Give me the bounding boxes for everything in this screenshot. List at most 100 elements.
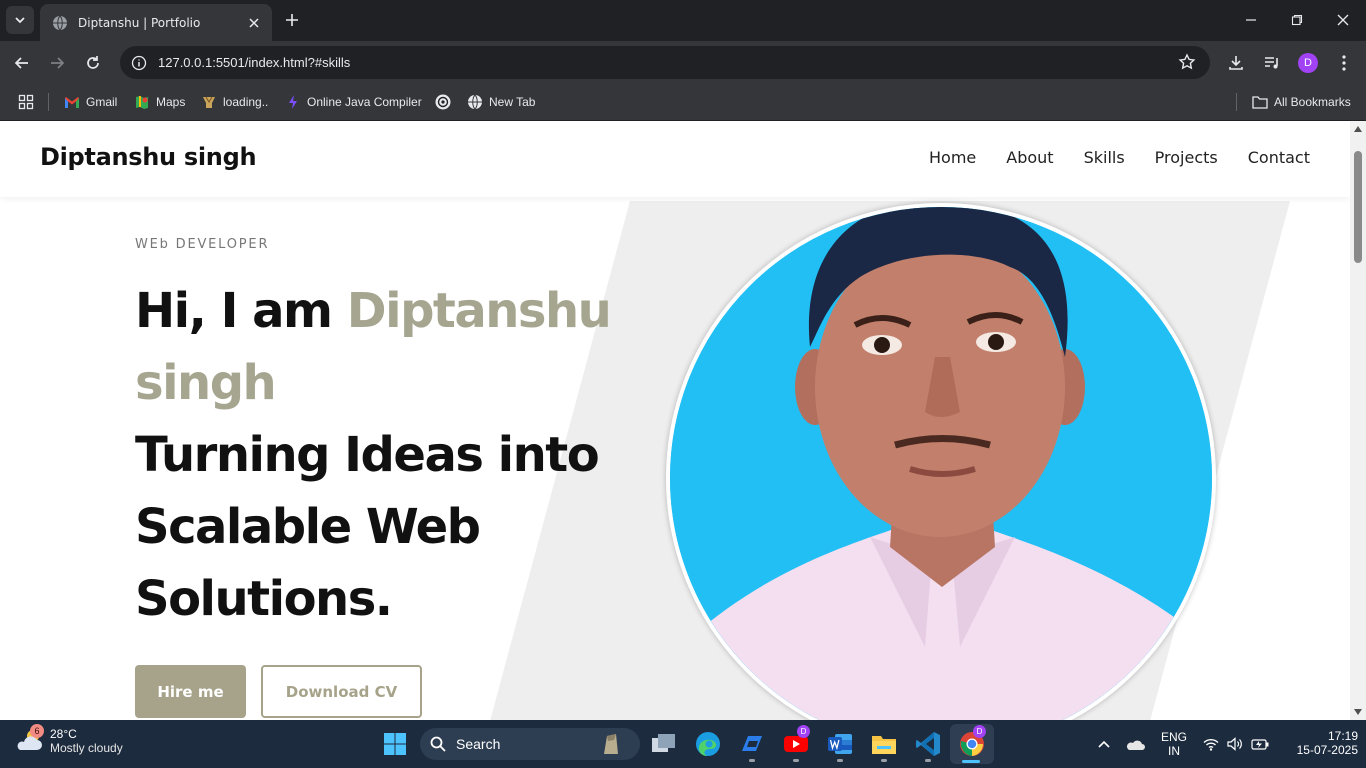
running-indicator [749, 759, 755, 762]
close-window-button[interactable] [1320, 0, 1366, 40]
reload-button[interactable] [78, 48, 108, 78]
nav-home[interactable]: Home [929, 148, 976, 167]
all-bookmarks-button[interactable]: All Bookmarks [1252, 92, 1351, 112]
bookmark-openai[interactable] [435, 92, 457, 112]
downloads-button[interactable] [1222, 49, 1250, 77]
edge-icon [696, 732, 720, 756]
bookmark-label: Gmail [86, 95, 118, 109]
network-button[interactable] [1200, 728, 1222, 760]
taskbar-search[interactable]: Search [420, 728, 640, 760]
apps-grid-icon [18, 94, 34, 110]
browser-tab-active[interactable]: Diptanshu | Portfolio [40, 4, 272, 41]
url-text: 127.0.0.1:5501/index.html?#skills [158, 55, 351, 70]
close-icon [1337, 14, 1349, 26]
tab-strip: Diptanshu | Portfolio [0, 0, 1366, 41]
start-button[interactable] [379, 728, 411, 760]
folder-icon [872, 736, 896, 754]
new-tab-button[interactable] [280, 8, 304, 32]
weather-description: Mostly cloudy [50, 741, 123, 755]
show-hidden-icons-button[interactable] [1092, 728, 1116, 760]
profile-badge: D [797, 725, 810, 738]
bookmark-maps[interactable]: Maps [134, 92, 185, 112]
headline-prefix: Hi, I am [135, 283, 347, 339]
input-language[interactable]: ENG IN [1156, 730, 1192, 758]
tab-search-button[interactable] [6, 6, 34, 34]
bookmark-new-tab[interactable]: New Tab [467, 92, 535, 112]
minimize-icon [1246, 19, 1256, 21]
bookmark-loading[interactable]: loading.. [201, 92, 268, 112]
nav-about[interactable]: About [1006, 148, 1053, 167]
nav-projects[interactable]: Projects [1155, 148, 1218, 167]
taskbar-word[interactable] [824, 728, 856, 760]
media-control-button[interactable] [1258, 49, 1286, 77]
cloud-sun-icon: 6 [14, 724, 44, 756]
running-indicator [881, 759, 887, 762]
page-viewport: Diptanshu singh Home About Skills Projec… [0, 121, 1350, 720]
battery-button[interactable] [1248, 728, 1272, 760]
all-bookmarks-label: All Bookmarks [1274, 95, 1351, 109]
nav-contact[interactable]: Contact [1248, 148, 1310, 167]
running-indicator [837, 759, 843, 762]
site-info-icon[interactable] [130, 54, 148, 72]
bookmark-gmail[interactable]: Gmail [64, 92, 117, 112]
hero-subtitle: WEb DEVELOPER [135, 237, 270, 252]
bookmark-label: loading.. [223, 95, 269, 109]
hire-me-button[interactable]: Hire me [135, 665, 246, 718]
nav-skills[interactable]: Skills [1084, 148, 1125, 167]
hero-headline: Hi, I am Diptanshu singh Turning Ideas in… [135, 275, 615, 635]
plus-icon [286, 14, 298, 26]
bookmarks-bar: Gmail Maps loading.. Online Java Compile… [0, 84, 1366, 121]
task-view-icon [652, 734, 675, 752]
cloud-icon [1126, 740, 1145, 750]
search-label: Search [456, 736, 501, 752]
taskbar-task-view[interactable] [648, 728, 680, 760]
arrow-right-icon [51, 57, 65, 69]
taskbar-file-explorer[interactable] [868, 728, 900, 760]
scrollbar-thumb[interactable] [1354, 151, 1362, 263]
profile-button[interactable]: D [1294, 49, 1322, 77]
back-button[interactable] [7, 48, 37, 78]
bookmark-label: New Tab [489, 95, 536, 109]
scroll-up-arrow-icon[interactable] [1354, 126, 1362, 132]
forward-button[interactable] [42, 48, 72, 78]
taskbar-app-copilot[interactable] [736, 728, 768, 760]
bookmark-star-icon[interactable] [1178, 53, 1196, 75]
running-indicator [793, 759, 799, 762]
taskbar-youtube[interactable]: D [780, 725, 812, 760]
scroll-down-arrow-icon[interactable] [1354, 709, 1362, 715]
openai-icon [435, 94, 451, 110]
volume-button[interactable] [1224, 728, 1246, 760]
restore-button[interactable] [1274, 0, 1320, 40]
search-highlight-icon [604, 734, 618, 754]
speaker-icon [1227, 737, 1242, 751]
close-tab-icon[interactable] [246, 15, 262, 31]
app-icon [742, 736, 762, 751]
page-scrollbar[interactable] [1350, 121, 1366, 720]
running-indicator [925, 759, 931, 762]
site-logo[interactable]: Diptanshu singh [40, 143, 257, 171]
arrow-left-icon [14, 57, 28, 69]
clock-date: 15-07-2025 [1296, 743, 1358, 757]
weather-temperature: 28°C [50, 727, 77, 741]
minimize-button[interactable] [1228, 0, 1274, 40]
taskbar-edge[interactable] [692, 728, 724, 760]
search-icon [430, 736, 446, 752]
browser-toolbar: 127.0.0.1:5501/index.html?#skills D [0, 41, 1366, 84]
portrait-illustration [670, 207, 1212, 720]
taskbar-chrome[interactable]: D [956, 725, 988, 760]
address-bar[interactable]: 127.0.0.1:5501/index.html?#skills [120, 46, 1210, 79]
windows-taskbar: 6 28°C Mostly cloudy Search D D ENG IN 1… [0, 720, 1366, 768]
clock[interactable]: 17:19 15-07-2025 [1296, 729, 1362, 757]
gmail-icon [64, 94, 80, 110]
bookmark-online-java-compiler[interactable]: Online Java Compiler [285, 92, 422, 112]
headline-tagline: Turning Ideas into Scalable Web Solution… [135, 427, 600, 627]
download-cv-button[interactable]: Download CV [261, 665, 422, 718]
chevron-down-icon [15, 17, 25, 24]
windows-logo-icon [384, 733, 406, 755]
onedrive-button[interactable] [1122, 728, 1148, 760]
browser-menu-button[interactable] [1330, 49, 1358, 77]
apps-button[interactable] [18, 92, 34, 112]
taskbar-vscode[interactable] [912, 728, 944, 760]
weather-widget[interactable]: 6 28°C Mostly cloudy [14, 724, 123, 756]
bookmark-label: Online Java Compiler [307, 95, 422, 109]
